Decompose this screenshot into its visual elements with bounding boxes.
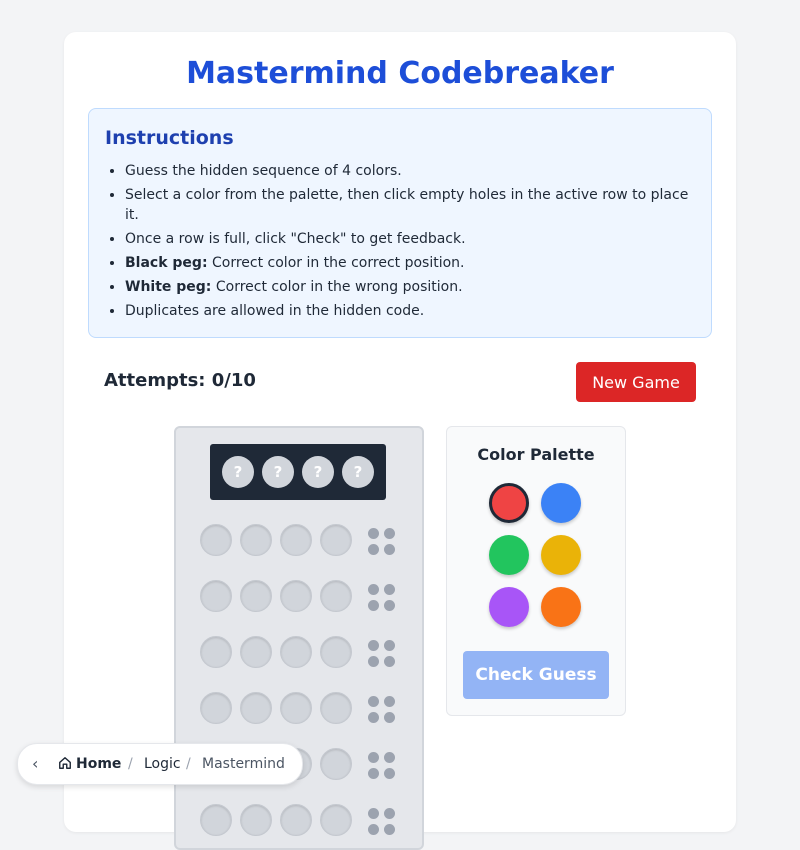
color-swatch-orange[interactable]	[541, 587, 581, 627]
instruction-text: Correct color in the correct position.	[207, 255, 465, 271]
instruction-item: Duplicates are allowed in the hidden cod…	[125, 301, 705, 321]
breadcrumb-current: Mastermind	[202, 756, 285, 772]
feedback-peg	[384, 808, 395, 819]
breadcrumb: ‹ Home / Logic / Mastermind	[17, 743, 303, 785]
feedback-peg	[384, 584, 395, 595]
feedback-peg	[368, 584, 379, 595]
instruction-text: Duplicates are allowed in the hidden cod…	[125, 303, 425, 319]
peg-hole[interactable]	[320, 636, 352, 668]
guess-row	[200, 580, 400, 616]
check-guess-button[interactable]: Check Guess	[463, 651, 609, 699]
secret-peg: ?	[302, 456, 334, 488]
peg-hole[interactable]	[240, 580, 272, 612]
attempts-counter: Attempts: 0/10	[104, 370, 256, 391]
peg-hole[interactable]	[280, 692, 312, 724]
peg-hole[interactable]	[200, 524, 232, 556]
feedback-peg	[368, 528, 379, 539]
feedback-peg	[384, 600, 395, 611]
peg-hole[interactable]	[280, 524, 312, 556]
peg-hole[interactable]	[200, 692, 232, 724]
instruction-text: Correct color in the wrong position.	[211, 279, 463, 295]
peg-hole[interactable]	[280, 636, 312, 668]
secret-peg: ?	[262, 456, 294, 488]
peg-hole[interactable]	[200, 580, 232, 612]
instruction-term: White peg:	[125, 279, 212, 295]
peg-hole[interactable]	[240, 804, 272, 836]
guess-row	[200, 804, 400, 840]
instruction-text: Select a color from the palette, then cl…	[125, 187, 689, 223]
color-swatch-yellow[interactable]	[541, 535, 581, 575]
feedback-peg	[384, 768, 395, 779]
color-palette: Color Palette Check Guess	[446, 426, 626, 716]
peg-hole[interactable]	[240, 692, 272, 724]
game-card: Mastermind Codebreaker Instructions Gues…	[64, 32, 736, 850]
color-swatch-green[interactable]	[489, 535, 529, 575]
instruction-item: Once a row is full, click "Check" to get…	[125, 229, 705, 249]
secret-code: ????	[210, 444, 386, 500]
page-title: Mastermind Codebreaker	[186, 56, 614, 91]
feedback-peg	[384, 752, 395, 763]
guess-row	[200, 636, 400, 672]
new-game-button[interactable]: New Game	[576, 362, 696, 402]
instruction-text: Guess the hidden sequence of 4 colors.	[125, 163, 402, 179]
peg-hole[interactable]	[320, 748, 352, 780]
guess-row	[200, 524, 400, 560]
feedback-peg	[384, 696, 395, 707]
peg-hole[interactable]	[320, 580, 352, 612]
instruction-text: Once a row is full, click "Check" to get…	[125, 231, 466, 247]
feedback-peg	[368, 600, 379, 611]
feedback-peg	[384, 640, 395, 651]
breadcrumb-home[interactable]: Home	[58, 744, 121, 784]
feedback-peg	[384, 544, 395, 555]
game-board: ????	[174, 426, 424, 850]
breadcrumb-home-label: Home	[76, 756, 122, 772]
secret-peg: ?	[342, 456, 374, 488]
secret-peg: ?	[222, 456, 254, 488]
feedback-peg	[368, 656, 379, 667]
breadcrumb-separator: /	[128, 756, 133, 772]
instruction-item: Guess the hidden sequence of 4 colors.	[125, 161, 705, 181]
peg-hole[interactable]	[280, 580, 312, 612]
instructions-heading: Instructions	[105, 127, 234, 149]
color-swatch-red[interactable]	[489, 483, 529, 523]
color-swatch-blue[interactable]	[541, 483, 581, 523]
palette-heading: Color Palette	[477, 445, 595, 464]
color-swatch-purple[interactable]	[489, 587, 529, 627]
feedback-peg	[368, 696, 379, 707]
peg-hole[interactable]	[320, 692, 352, 724]
feedback-peg	[368, 824, 379, 835]
peg-hole[interactable]	[240, 636, 272, 668]
feedback-peg	[368, 712, 379, 723]
feedback-peg	[368, 640, 379, 651]
feedback-peg	[384, 824, 395, 835]
peg-hole[interactable]	[200, 636, 232, 668]
peg-hole[interactable]	[320, 804, 352, 836]
guess-row	[200, 692, 400, 728]
peg-hole[interactable]	[280, 804, 312, 836]
instructions-list: Guess the hidden sequence of 4 colors. Se…	[105, 161, 705, 325]
feedback-peg	[384, 656, 395, 667]
feedback-peg	[368, 544, 379, 555]
feedback-peg	[368, 752, 379, 763]
peg-hole[interactable]	[320, 524, 352, 556]
instruction-item: White peg: Correct color in the wrong po…	[125, 277, 705, 297]
instruction-term: Black peg:	[125, 255, 208, 271]
feedback-peg	[384, 712, 395, 723]
breadcrumb-logic[interactable]: Logic	[144, 744, 181, 784]
instruction-item: Select a color from the palette, then cl…	[125, 185, 705, 225]
breadcrumb-separator: /	[186, 756, 191, 772]
instructions-panel: Instructions Guess the hidden sequence o…	[88, 108, 712, 338]
feedback-peg	[384, 528, 395, 539]
feedback-peg	[368, 808, 379, 819]
home-icon	[59, 757, 71, 769]
feedback-peg	[368, 768, 379, 779]
chevron-left-icon[interactable]: ‹	[32, 744, 38, 784]
peg-hole[interactable]	[200, 804, 232, 836]
peg-hole[interactable]	[240, 524, 272, 556]
instruction-item: Black peg: Correct color in the correct …	[125, 253, 705, 273]
